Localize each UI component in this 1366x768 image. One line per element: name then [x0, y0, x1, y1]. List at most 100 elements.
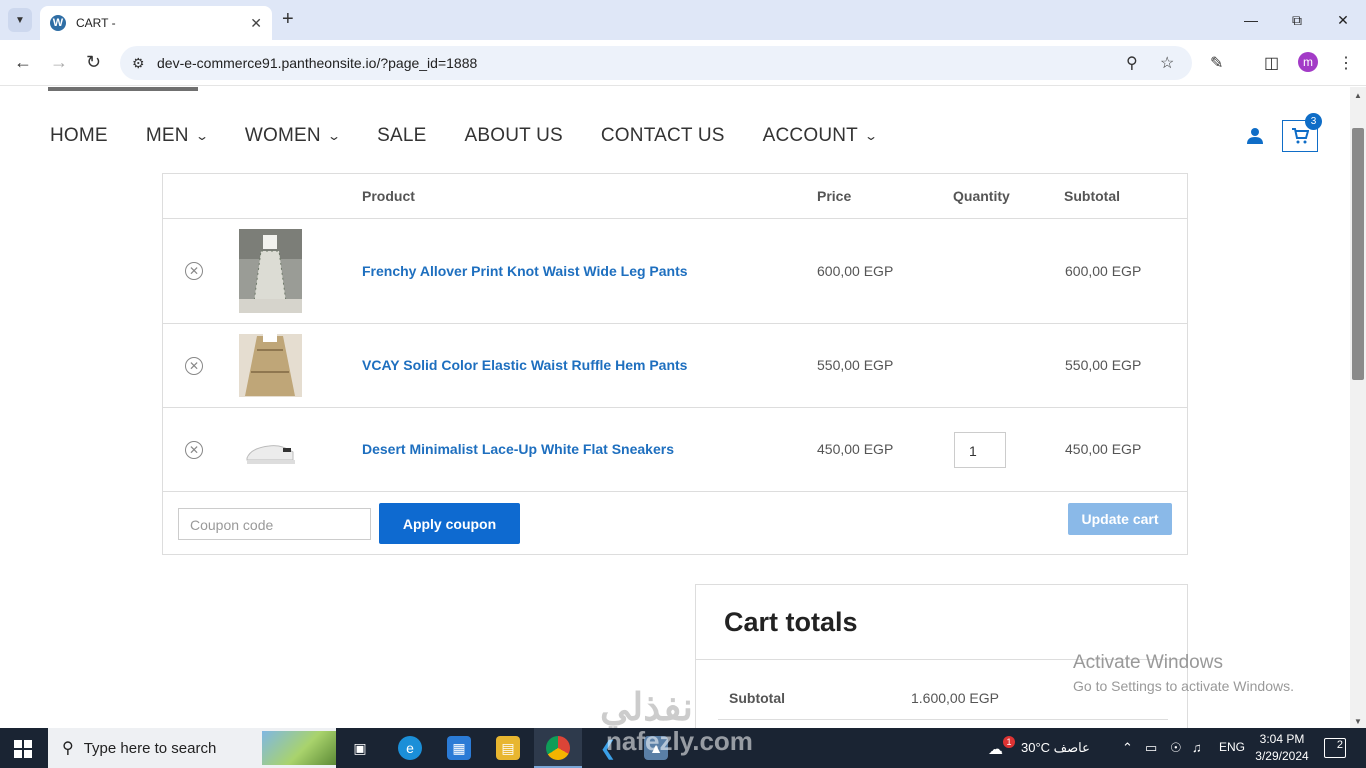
minimize-button[interactable]: — [1228, 0, 1274, 40]
nav-men[interactable]: MEN ⌄ [145, 125, 209, 147]
nav-label: ACCOUNT [762, 125, 858, 146]
nav-sale[interactable]: SALE [377, 125, 426, 147]
chevron-down-icon: ▼ [15, 14, 25, 26]
close-window-button[interactable]: ✕ [1320, 0, 1366, 40]
activate-subtitle: Go to Settings to activate Windows. [1073, 678, 1294, 694]
language-indicator[interactable]: ENG [1219, 740, 1245, 754]
remove-item-icon[interactable]: ✕ [185, 262, 203, 280]
product-thumbnail[interactable] [239, 418, 302, 481]
header-subtotal: Subtotal [1064, 188, 1120, 204]
nav-label: MEN [145, 125, 189, 146]
zoom-icon[interactable]: ⚲ [1126, 53, 1138, 73]
battery-icon[interactable]: ▭ [1145, 740, 1157, 756]
address-bar[interactable]: ⚙ dev-e-commerce91.pantheonsite.io/?page… [120, 46, 1192, 80]
show-hidden-icons[interactable]: ⌃ [1122, 740, 1133, 756]
nav-contact-us[interactable]: CONTACT US [601, 125, 725, 147]
wordpress-icon: W [50, 15, 66, 31]
notifications-icon[interactable]: 2 [1324, 738, 1346, 758]
subtotal-value: 1.600,00 EGP [911, 690, 999, 706]
task-view-icon[interactable]: ▣ [348, 736, 372, 760]
site-logo[interactable] [48, 87, 198, 91]
nav-women[interactable]: WOMEN ⌄ [244, 125, 342, 147]
nav-account[interactable]: ACCOUNT ⌄ [762, 125, 878, 147]
coupon-code-input[interactable]: Coupon code [178, 508, 371, 540]
tab-search-button[interactable]: ▼ [8, 8, 32, 32]
weather-icon[interactable]: ☁ [988, 740, 1003, 758]
extensions-icon[interactable]: ✎ [1210, 53, 1223, 73]
search-highlight-image [262, 731, 336, 765]
header-product: Product [362, 188, 415, 204]
new-tab-button[interactable]: + [282, 9, 294, 29]
cart-icon [1292, 128, 1309, 144]
forward-icon[interactable]: → [50, 53, 68, 71]
taskbar-search[interactable]: ⚲ Type here to search [48, 728, 336, 768]
header-price: Price [817, 188, 852, 204]
product-thumbnail[interactable] [239, 229, 302, 313]
watermark-arabic: نفذلي [600, 687, 693, 728]
chrome-icon[interactable] [546, 736, 570, 760]
chevron-down-icon: ⌄ [326, 129, 342, 143]
windows-taskbar: ⚲ Type here to search ▣ e ▦ ▤ ❮ ▲ nafezl… [0, 726, 1366, 768]
update-cart-button[interactable]: Update cart [1068, 503, 1172, 535]
system-clock[interactable]: 3:04 PM 3/29/2024 [1252, 731, 1312, 765]
side-panel-icon[interactable]: ◫ [1264, 53, 1279, 73]
file-explorer-icon[interactable]: ▤ [496, 736, 520, 760]
nav-label: ABOUT US [464, 125, 563, 146]
table-row: ✕ VCAY Solid Color Elastic Waist Ruffle … [163, 324, 1187, 408]
browser-toolbar: ← → ↻ ⚙ dev-e-commerce91.pantheonsite.io… [0, 40, 1366, 86]
nav-label: WOMEN [244, 125, 321, 146]
table-row: ✕ Frenchy Allover Print Knot Waist Wide … [163, 219, 1187, 324]
windows-start-icon[interactable] [14, 740, 32, 758]
clock-time: 3:04 PM [1259, 732, 1305, 746]
url-text[interactable]: dev-e-commerce91.pantheonsite.io/?page_i… [157, 55, 477, 71]
browser-tab[interactable]: W CART - ✕ [40, 6, 272, 40]
quantity-input[interactable]: 1 [954, 432, 1006, 468]
nav-label: CONTACT US [600, 125, 725, 146]
page-scrollbar[interactable]: ▲ ▼ [1350, 87, 1366, 728]
product-subtotal: 450,00 EGP [1065, 441, 1142, 457]
weather-text[interactable]: 30°C عاصف [1021, 740, 1090, 756]
watermark-latin: nafezly.com [606, 726, 753, 756]
page-content: HOME MEN ⌄ WOMEN ⌄ SALE ABOUT US CONTACT U… [0, 87, 1350, 728]
clock-date: 3/29/2024 [1255, 749, 1309, 763]
user-account-icon[interactable] [1246, 127, 1264, 145]
restore-button[interactable]: ⧉ [1274, 0, 1320, 40]
nav-label: HOME [50, 125, 108, 146]
scroll-up-icon[interactable]: ▲ [1354, 91, 1362, 100]
remove-item-icon[interactable]: ✕ [185, 357, 203, 375]
volume-icon[interactable]: ♫ [1192, 740, 1202, 755]
scroll-down-icon[interactable]: ▼ [1354, 717, 1362, 726]
nav-about-us[interactable]: ABOUT US [465, 125, 563, 147]
activate-windows-notice: Activate Windows Go to Settings to activ… [1073, 652, 1294, 694]
cart-table: Product Price Quantity Subtotal ✕ French… [162, 173, 1188, 555]
bookmark-star-icon[interactable]: ☆ [1160, 53, 1174, 73]
table-row: ✕ Desert Minimalist Lace-Up White Flat S… [163, 408, 1187, 492]
product-name-link[interactable]: VCAY Solid Color Elastic Waist Ruffle He… [362, 357, 687, 373]
product-subtotal: 550,00 EGP [1065, 357, 1142, 373]
product-thumbnail[interactable] [239, 334, 302, 397]
subtotal-label: Subtotal [729, 690, 785, 706]
site-info-icon[interactable]: ⚙ [132, 55, 145, 72]
product-price: 550,00 EGP [817, 357, 894, 373]
product-price: 450,00 EGP [817, 441, 894, 457]
edge-icon[interactable]: e [398, 736, 422, 760]
back-icon[interactable]: ← [14, 53, 32, 71]
cart-totals-title: Cart totals [724, 607, 858, 637]
profile-avatar[interactable]: m [1298, 52, 1318, 72]
store-icon[interactable]: ▦ [447, 736, 471, 760]
cart-count-badge: 3 [1305, 113, 1322, 130]
menu-icon[interactable]: ⋮ [1338, 53, 1354, 73]
scrollbar-thumb[interactable] [1352, 128, 1364, 380]
close-tab-icon[interactable]: ✕ [250, 15, 262, 32]
remove-item-icon[interactable]: ✕ [185, 441, 203, 459]
wifi-icon[interactable]: ☉ [1170, 740, 1182, 756]
browser-tab-bar: ▼ W CART - ✕ + — ⧉ ✕ [0, 0, 1366, 40]
weather-badge: 1 [1003, 736, 1015, 748]
product-price: 600,00 EGP [817, 263, 894, 279]
product-name-link[interactable]: Desert Minimalist Lace-Up White Flat Sne… [362, 441, 674, 457]
product-name-link[interactable]: Frenchy Allover Print Knot Waist Wide Le… [362, 263, 688, 279]
nav-home[interactable]: HOME [50, 125, 108, 147]
divider [718, 719, 1168, 720]
apply-coupon-button[interactable]: Apply coupon [379, 503, 520, 544]
reload-icon[interactable]: ↻ [86, 53, 101, 71]
